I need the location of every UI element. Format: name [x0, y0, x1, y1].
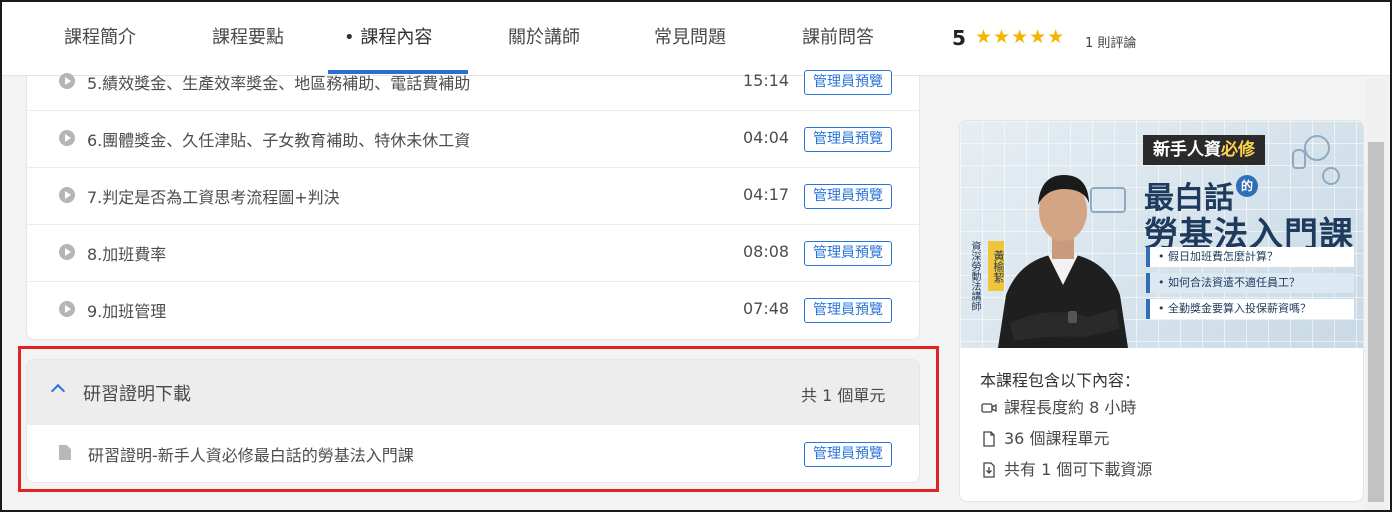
banner-bullet: • 如何合法資遣不適任員工？: [1146, 273, 1354, 293]
lesson-title: 9.加班管理: [87, 302, 167, 321]
chapter-lesson-list: 5.績效獎金、生產效率獎金、地區務補助、電話費補助 15:14 管理員預覽 6.…: [26, 70, 921, 340]
lesson-row[interactable]: 6.團體獎金、久任津貼、子女教育補助、特休未休工資 04:04 管理員預覽: [27, 111, 921, 168]
review-count-link[interactable]: 1 則評論: [1085, 32, 1136, 51]
section-title: 研習證明下載: [83, 384, 191, 405]
lesson-title: 6.團體獎金、久任津貼、子女教育補助、特休未休工資: [87, 131, 471, 150]
includes-text: 36 個課程單元: [1004, 429, 1110, 448]
rating-stars-icon: ★★★★★: [975, 26, 1066, 48]
play-icon: [59, 244, 75, 260]
admin-preview-button[interactable]: 管理員預覽: [804, 70, 892, 95]
lesson-duration: 04:17: [743, 185, 790, 204]
banner-bullet: • 假日加班費怎麼計算？: [1146, 247, 1354, 267]
download-icon: [983, 462, 995, 478]
clock-icon: [1304, 135, 1330, 161]
admin-preview-button[interactable]: 管理員預覽: [804, 442, 892, 467]
chevron-up-icon: [50, 383, 66, 399]
banner-bullet: • 全勤獎金要算入投保薪資嗎？: [1146, 299, 1354, 319]
instructor-photo: [998, 175, 1128, 348]
banner-tag: 新手人資必修: [1143, 135, 1265, 165]
tab-about-instructor[interactable]: 關於講師: [508, 22, 580, 54]
lesson-title: 5.績效獎金、生產效率獎金、地區務補助、電話費補助: [87, 74, 471, 93]
lesson-title: 7.判定是否為工資思考流程圖+判決: [87, 188, 340, 207]
play-icon: [59, 73, 75, 89]
lesson-duration: 15:14: [743, 71, 790, 90]
lesson-row[interactable]: 8.加班費率 08:08 管理員預覽: [27, 225, 921, 282]
lightbulb-icon: [1292, 149, 1306, 169]
admin-preview-button[interactable]: 管理員預覽: [804, 241, 892, 266]
includes-item: 36 個課程單元: [980, 428, 1340, 459]
section-unit-count: 共 1 個單元: [801, 386, 886, 405]
lesson-title: 8.加班費率: [87, 245, 167, 264]
tab-faq[interactable]: 常見問題: [654, 22, 726, 54]
play-icon: [59, 130, 75, 146]
document-icon: [59, 445, 71, 460]
banner-title-particle: 的: [1236, 175, 1258, 197]
certificate-section: 研習證明下載 共 1 個單元 研習證明-新手人資必修最白話的勞基法入門課 管理員…: [26, 359, 920, 483]
play-icon: [59, 187, 75, 203]
scrollbar-thumb[interactable]: [1368, 142, 1384, 502]
play-icon: [59, 301, 75, 317]
course-banner-image: 資深勞動法講師 黃榆絜 新手人資必修 最白話 的 勞基法入門課 • 假日加班費怎…: [960, 121, 1363, 348]
includes-item: 課程長度約 8 小時: [980, 397, 1340, 428]
lesson-row[interactable]: 7.判定是否為工資思考流程圖+判決 04:17 管理員預覽: [27, 168, 921, 225]
video-icon: [981, 403, 997, 413]
admin-preview-button[interactable]: 管理員預覽: [804, 127, 892, 152]
tab-course-highlights[interactable]: 課程要點: [212, 22, 284, 54]
banner-tag-text: 新手人資: [1153, 140, 1221, 160]
admin-preview-button[interactable]: 管理員預覽: [804, 298, 892, 323]
lesson-duration: 07:48: [743, 299, 790, 318]
course-summary-card: 資深勞動法講師 黃榆絜 新手人資必修 最白話 的 勞基法入門課 • 假日加班費怎…: [959, 120, 1364, 502]
page-frame: 課程簡介 課程要點 • 課程內容 關於講師 常見問題 課前問答 5 ★★★★★ …: [0, 0, 1392, 512]
section-header-toggle[interactable]: 研習證明下載 共 1 個單元: [27, 360, 919, 425]
banner-tag-highlight: 必修: [1221, 140, 1255, 160]
tab-course-intro[interactable]: 課程簡介: [64, 22, 136, 54]
includes-text: 課程長度約 8 小時: [1004, 398, 1137, 417]
tab-pre-course-qa[interactable]: 課前問答: [802, 22, 874, 54]
lesson-row[interactable]: 研習證明-新手人資必修最白話的勞基法入門課 管理員預覽: [27, 425, 919, 482]
tab-course-content[interactable]: • 課程內容: [344, 22, 432, 54]
includes-text: 共有 1 個可下載資源: [1004, 460, 1153, 479]
course-includes: 本課程包含以下內容： 課程長度約 8 小時 36 個課程單元 共有 1 個可下載…: [980, 367, 1340, 490]
includes-heading: 本課程包含以下內容：: [980, 371, 1141, 390]
lesson-title: 研習證明-新手人資必修最白話的勞基法入門課: [88, 446, 414, 465]
lesson-row[interactable]: 5.績效獎金、生產效率獎金、地區務補助、電話費補助 15:14 管理員預覽: [27, 54, 921, 111]
file-icon: [983, 431, 995, 447]
gear-icon: [1322, 167, 1340, 185]
admin-preview-button[interactable]: 管理員預覽: [804, 184, 892, 209]
lesson-duration: 08:08: [743, 242, 790, 261]
includes-item: 共有 1 個可下載資源: [980, 459, 1340, 490]
lesson-duration: 04:04: [743, 128, 790, 147]
instructor-name-tag: 黃榆絜: [988, 241, 1005, 291]
instructor-title-text: 資深勞動法講師: [969, 241, 980, 311]
lesson-row[interactable]: 9.加班管理 07:48 管理員預覽: [27, 282, 921, 339]
rating-score: 5: [952, 26, 966, 50]
